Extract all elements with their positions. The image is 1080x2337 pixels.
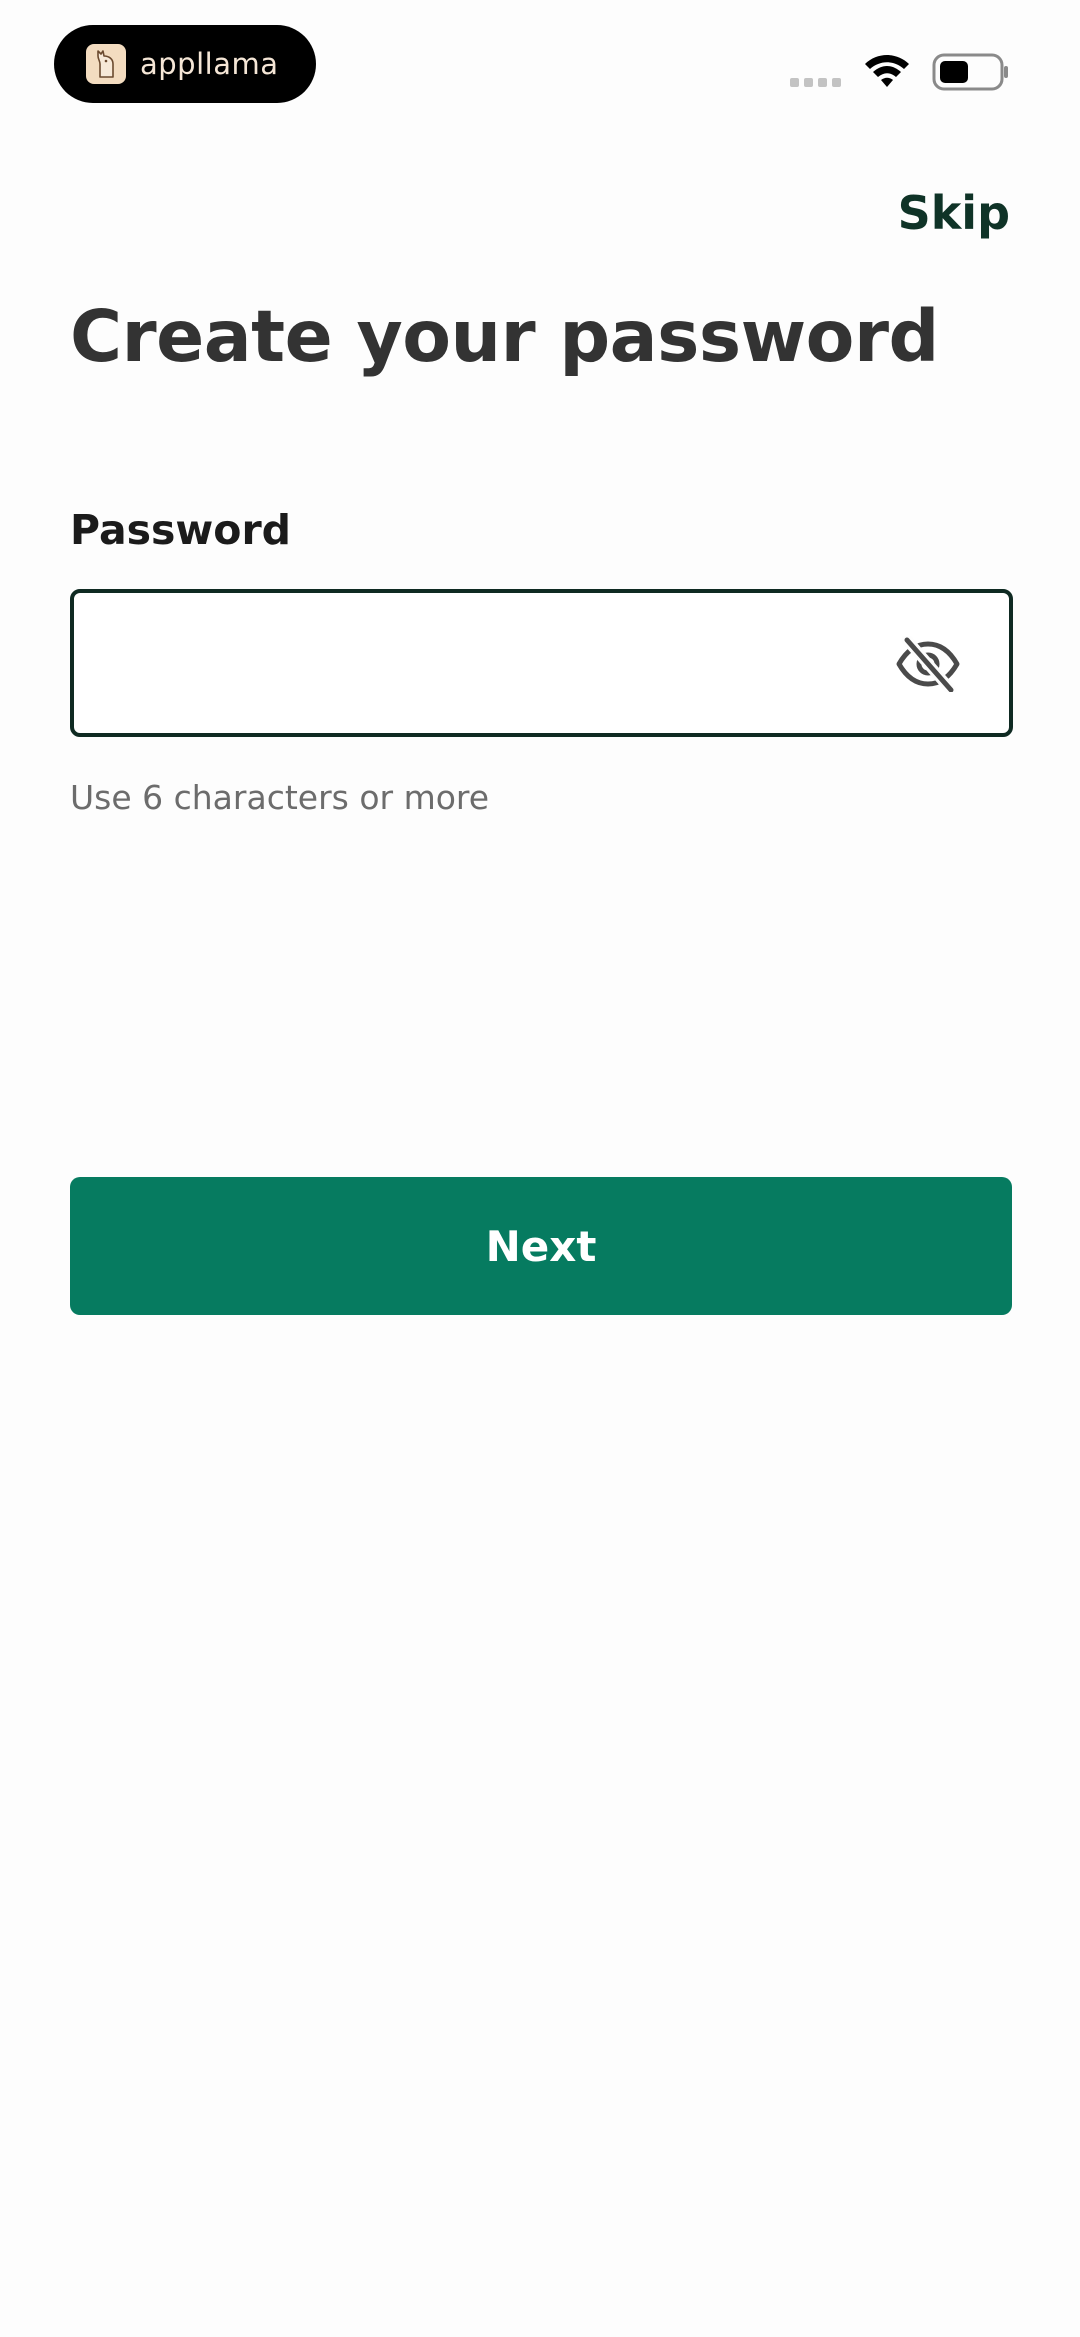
page-title: Create your password — [70, 295, 939, 378]
app-pill-label: appllama — [140, 47, 279, 81]
password-label: Password — [70, 506, 292, 554]
app-indicator-pill: appllama — [54, 25, 316, 103]
skip-button[interactable]: Skip — [898, 186, 1010, 240]
create-password-screen: appllama Skip Create your password Passw… — [0, 0, 1080, 2337]
cellular-signal-icon — [790, 78, 841, 87]
battery-icon — [932, 53, 1008, 91]
next-button[interactable]: Next — [70, 1177, 1012, 1315]
password-field[interactable] — [70, 589, 1013, 737]
password-hint: Use 6 characters or more — [70, 778, 490, 817]
wifi-icon — [865, 55, 909, 87]
llama-logo-icon — [86, 44, 126, 84]
password-input[interactable] — [98, 593, 922, 735]
eye-slash-icon[interactable] — [895, 636, 961, 692]
